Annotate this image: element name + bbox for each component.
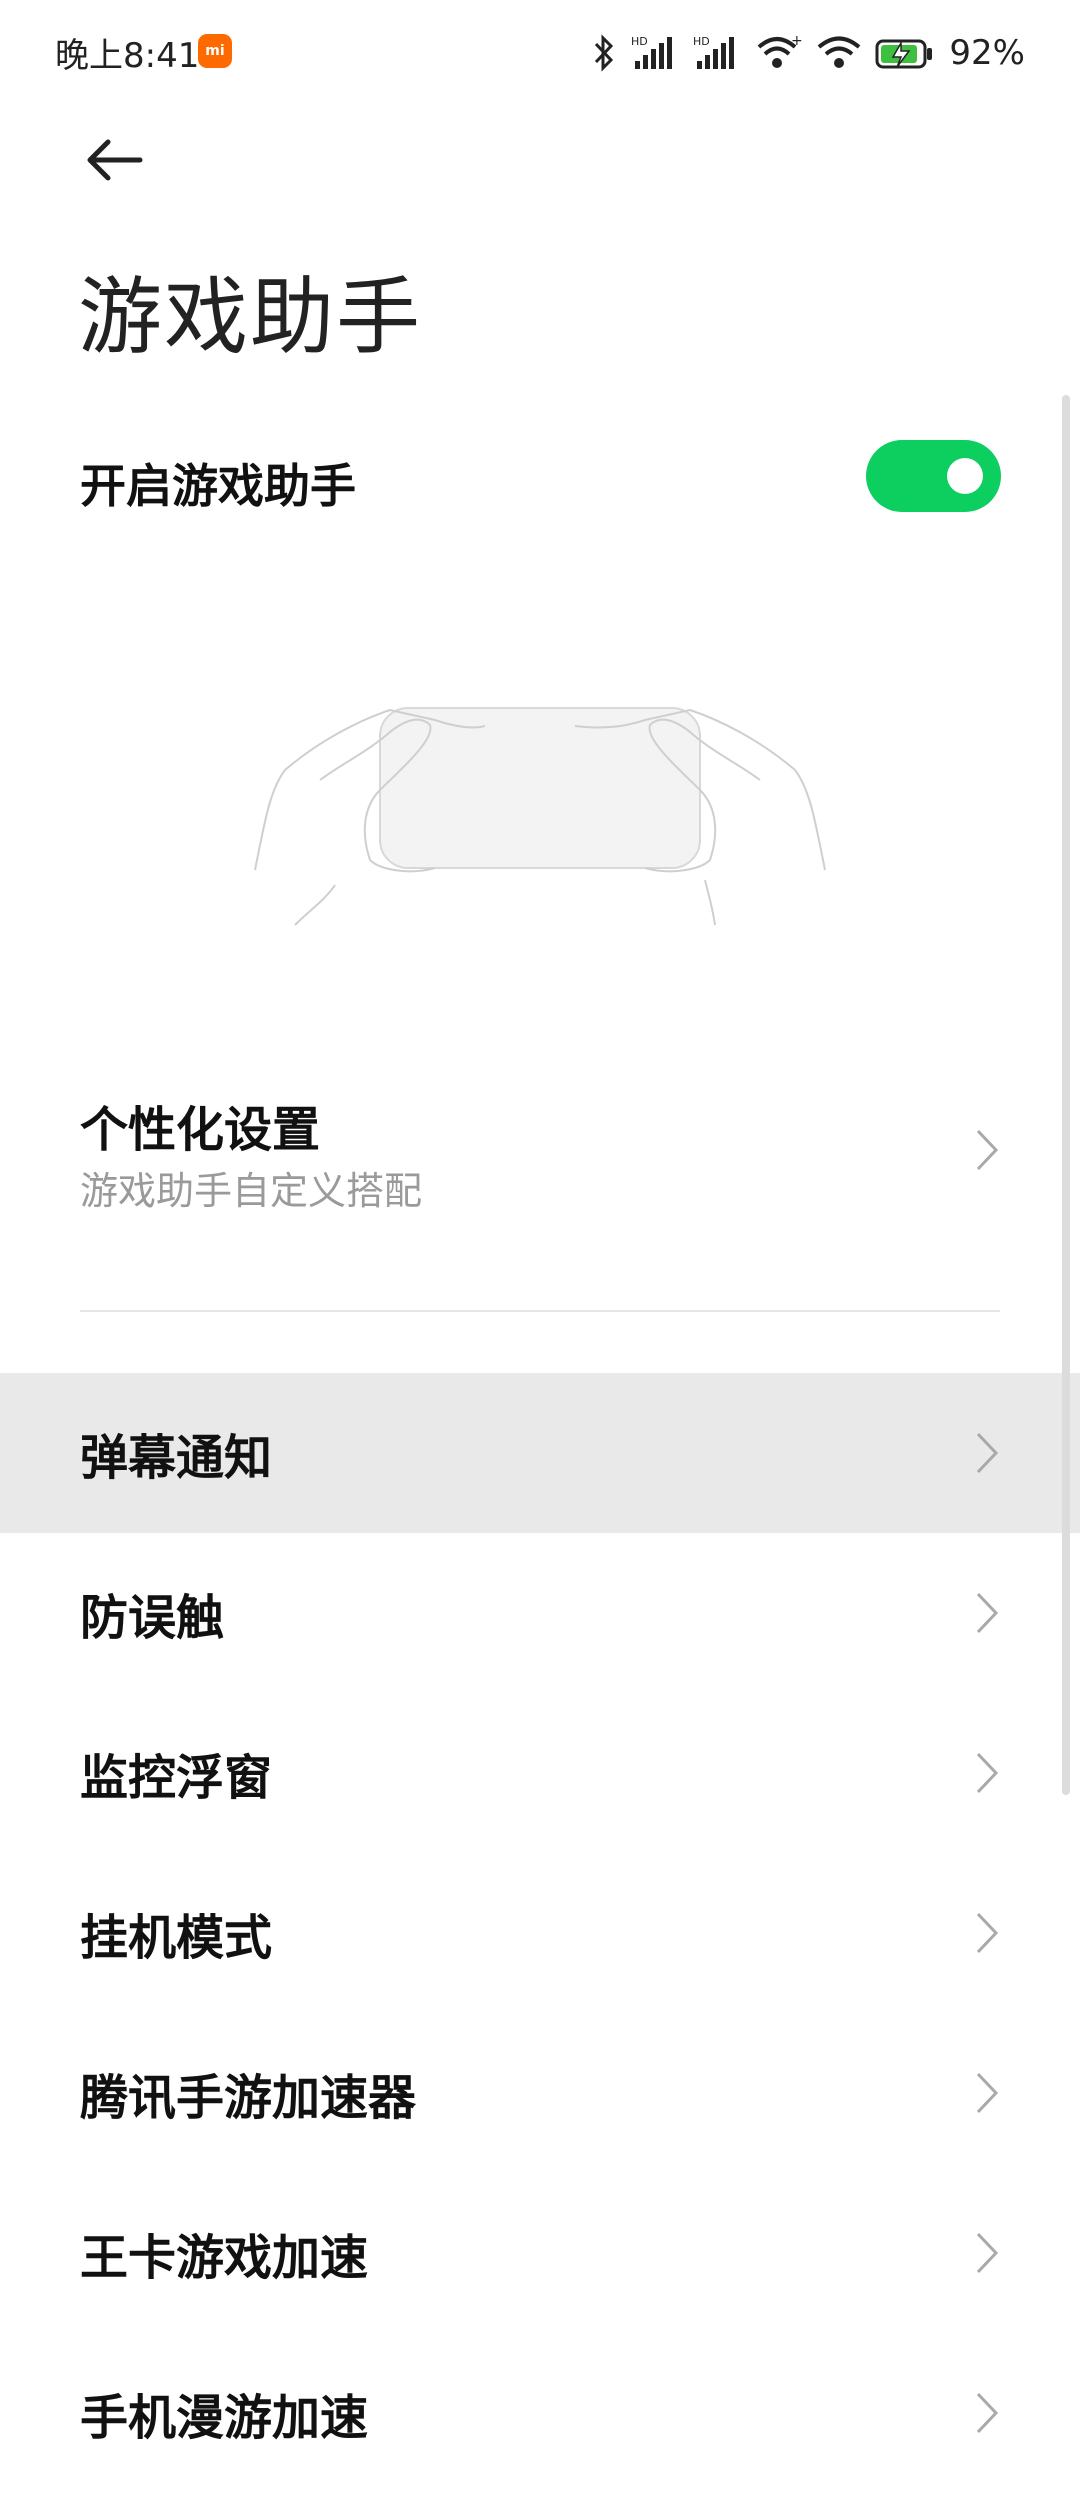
personalization-settings-item[interactable]: 个性化设置 游戏助手自定义搭配 bbox=[0, 1060, 1080, 1220]
list-item-wangka-acceleration[interactable]: 王卡游戏加速 bbox=[0, 2173, 1080, 2333]
mi-app-badge: mi bbox=[198, 34, 232, 68]
list-item-label: 挂机模式 bbox=[80, 1910, 273, 1966]
hands-holding-phone-illustration bbox=[240, 660, 840, 940]
enable-game-assistant-label: 开启游戏助手 bbox=[80, 459, 356, 513]
list-item-tencent-accelerator[interactable]: 腾讯手游加速器 bbox=[0, 2013, 1080, 2173]
status-icons: HD HD + 92% bbox=[591, 26, 1025, 80]
back-button[interactable] bbox=[78, 128, 158, 208]
chevron-right-icon bbox=[976, 2072, 999, 2114]
battery-percent: 92% bbox=[949, 33, 1025, 73]
personalization-title: 个性化设置 bbox=[80, 1102, 321, 1158]
battery-charging-icon bbox=[875, 39, 933, 69]
signal-hd-icon: HD bbox=[631, 35, 673, 69]
page-title: 游戏助手 bbox=[78, 268, 423, 366]
svg-text:+: + bbox=[791, 33, 803, 49]
list-item-label: 王卡游戏加速 bbox=[80, 2230, 369, 2286]
chevron-right-icon bbox=[976, 1129, 999, 1171]
chevron-right-icon bbox=[976, 2232, 999, 2274]
personalization-subtitle: 游戏助手自定义搭配 bbox=[80, 1169, 423, 1213]
bluetooth-icon bbox=[595, 34, 614, 72]
list-item-roaming-acceleration[interactable]: 手机漫游加速 bbox=[0, 2333, 1080, 2493]
list-item-label: 监控浮窗 bbox=[80, 1750, 273, 1806]
chevron-right-icon bbox=[976, 1592, 999, 1634]
switch-knob bbox=[947, 458, 983, 494]
enable-game-assistant-switch[interactable] bbox=[866, 440, 1001, 512]
scrollbar[interactable] bbox=[1062, 395, 1070, 1795]
status-time: 晚上8:41 bbox=[55, 36, 200, 76]
list-item-monitor-floating-window[interactable]: 监控浮窗 bbox=[0, 1693, 1080, 1853]
signal-hd-2-icon: HD bbox=[693, 35, 735, 69]
list-item-label: 腾讯手游加速器 bbox=[80, 2070, 417, 2126]
settings-list: 弹幕通知 防误触 监控浮窗 挂机模式 腾讯手游加速器 王卡游戏加速 手机漫游加速 bbox=[0, 1373, 1080, 2493]
list-item-label: 弹幕通知 bbox=[80, 1430, 273, 1486]
section-divider bbox=[80, 1310, 1000, 1312]
chevron-right-icon bbox=[976, 1432, 999, 1474]
list-item-idle-mode[interactable]: 挂机模式 bbox=[0, 1853, 1080, 2013]
wifi-plus-icon: + bbox=[758, 33, 803, 68]
svg-text:HD: HD bbox=[693, 35, 710, 48]
chevron-right-icon bbox=[976, 1752, 999, 1794]
arrow-left-icon bbox=[87, 139, 143, 181]
list-item-label: 手机漫游加速 bbox=[80, 2390, 369, 2446]
chevron-right-icon bbox=[976, 2392, 999, 2434]
svg-text:HD: HD bbox=[631, 35, 648, 48]
chevron-right-icon bbox=[976, 1912, 999, 1954]
list-item-label: 防误触 bbox=[80, 1590, 225, 1646]
status-bar: 晚上8:41 mi HD HD + 92% bbox=[0, 0, 1080, 105]
list-item-danmaku-notification[interactable]: 弹幕通知 bbox=[0, 1373, 1080, 1533]
list-item-anti-mistouch[interactable]: 防误触 bbox=[0, 1533, 1080, 1693]
enable-game-assistant-row[interactable]: 开启游戏助手 bbox=[0, 420, 1080, 540]
wifi-icon bbox=[818, 36, 861, 68]
